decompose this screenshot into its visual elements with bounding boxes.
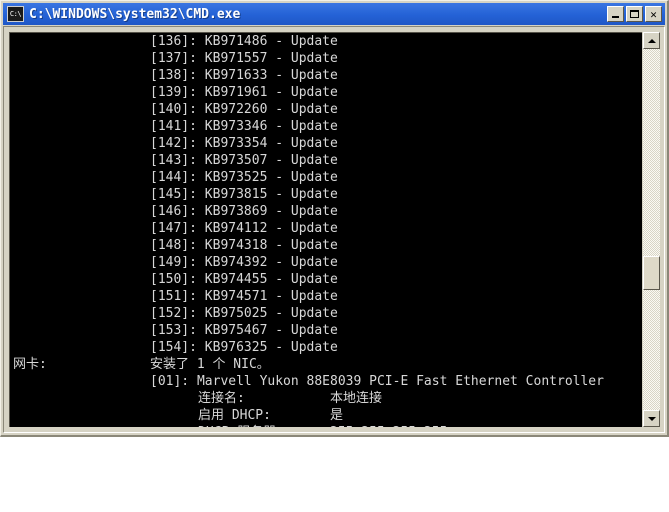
nic-detail-line: DHCP 服务器: 255.255.255.255	[10, 424, 642, 427]
scroll-down-button[interactable]	[643, 410, 660, 427]
window-title: C:\WINDOWS\system32\CMD.exe	[29, 6, 241, 22]
nic-detail-line: 连接名: 本地连接	[10, 390, 642, 407]
update-line: [145]: KB973815 - Update	[150, 187, 338, 202]
scrollbar-thumb[interactable]	[643, 256, 660, 290]
nic-detail-value: 本地连接	[330, 391, 383, 406]
update-line: [154]: KB976325 - Update	[150, 340, 338, 355]
update-line: [152]: KB975025 - Update	[150, 306, 338, 321]
update-line: [143]: KB973507 - Update	[150, 153, 338, 168]
update-line: [142]: KB973354 - Update	[150, 136, 338, 151]
update-line: [147]: KB974112 - Update	[150, 221, 338, 236]
cmd-icon: C:\	[7, 6, 24, 22]
update-line: [144]: KB973525 - Update	[150, 170, 338, 185]
nic-adapter-line: [01]: Marvell Yukon 88E8039 PCI-E Fast E…	[150, 374, 604, 389]
window-client-area: [136]: KB971486 - Update [137]: KB971557 …	[3, 26, 665, 433]
chevron-up-icon	[647, 38, 656, 43]
nic-detail-line: 启用 DHCP: 是	[10, 407, 642, 424]
nic-detail-label: 连接名:	[198, 391, 245, 406]
update-line: [136]: KB971486 - Update	[150, 34, 338, 49]
nic-detail-value: 255.255.255.255	[330, 424, 447, 427]
update-line: [139]: KB971961 - Update	[150, 85, 338, 100]
update-line: [140]: KB972260 - Update	[150, 102, 338, 117]
title-bar[interactable]: C:\ C:\WINDOWS\system32\CMD.exe ✕	[3, 3, 665, 25]
vertical-scrollbar[interactable]	[643, 32, 660, 427]
chevron-down-icon	[647, 416, 656, 421]
scroll-up-button[interactable]	[643, 32, 660, 49]
maximize-button[interactable]	[626, 6, 643, 22]
nic-detail-label: 启用 DHCP:	[198, 408, 271, 423]
update-line: [138]: KB971633 - Update	[150, 68, 338, 83]
terminal-text: [136]: KB971486 - Update [137]: KB971557 …	[10, 33, 642, 427]
update-line: [146]: KB973869 - Update	[150, 204, 338, 219]
minimize-button[interactable]	[607, 6, 624, 22]
update-line: [153]: KB975467 - Update	[150, 323, 338, 338]
close-button[interactable]: ✕	[645, 6, 662, 22]
nic-row-label: 网卡:	[13, 357, 47, 372]
update-line: [141]: KB973346 - Update	[150, 119, 338, 134]
update-line: [149]: KB974392 - Update	[150, 255, 338, 270]
nic-detail-label: DHCP 服务器:	[198, 425, 284, 427]
nic-detail-value: 是	[330, 408, 344, 423]
update-line: [151]: KB974571 - Update	[150, 289, 338, 304]
update-line: [150]: KB974455 - Update	[150, 272, 338, 287]
nic-summary-line: 网卡: 安装了 1 个 NIC。	[13, 357, 270, 372]
cmd-window: C:\ C:\WINDOWS\system32\CMD.exe ✕ [136]:…	[0, 0, 669, 437]
update-line: [148]: KB974318 - Update	[150, 238, 338, 253]
window-controls: ✕	[607, 6, 662, 22]
console-output[interactable]: [136]: KB971486 - Update [137]: KB971557 …	[9, 32, 642, 427]
update-line: [137]: KB971557 - Update	[150, 51, 338, 66]
